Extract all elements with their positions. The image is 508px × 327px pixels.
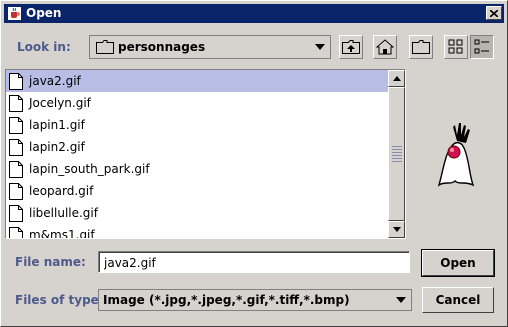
duke-preview-image [437,123,475,187]
up-one-level-button[interactable] [339,35,363,59]
list-view-icon [448,39,463,54]
file-list-item[interactable]: java2.gif [6,70,389,92]
file-list-item[interactable]: leopard.gif [6,180,389,202]
file-name: m&ms1.gif [29,228,95,238]
list-view-button[interactable] [444,35,468,59]
file-icon [9,138,23,156]
files-of-type-combobox[interactable]: Image (*.jpg,*.jpeg,*.gif,*.tiff,*.bmp) [98,289,412,311]
scroll-down-button[interactable] [388,221,405,238]
scroll-thumb[interactable] [388,87,405,221]
file-list-pane[interactable]: java2.gif Jocelyn.gif lapin1.gif lapin2.gif… [5,69,406,239]
file-name: lapin1.gif [29,118,85,132]
file-icon [9,94,23,112]
file-name: java2.gif [29,74,81,88]
file-name: lapin_south_park.gif [29,162,150,176]
file-icon [9,182,23,200]
file-list-item[interactable]: lapin1.gif [6,114,389,136]
file-name-field[interactable] [98,251,410,273]
files-of-type-value: Image (*.jpg,*.jpeg,*.gif,*.tiff,*.bmp) [103,293,350,307]
details-view-icon [474,39,489,54]
close-icon [490,9,498,17]
file-icon [9,72,23,90]
files-of-type-dropdown-arrow[interactable] [391,290,411,310]
folder-icon [96,40,114,54]
file-list-item[interactable]: Jocelyn.gif [6,92,389,114]
look-in-label: Look in: [17,40,71,54]
file-name: Jocelyn.gif [29,96,91,110]
file-name-input[interactable] [99,252,409,272]
look-in-value: personnages [118,40,206,54]
window-title: Open [26,6,62,20]
file-list-item[interactable]: lapin_south_park.gif [6,158,389,180]
file-list-scrollbar[interactable] [388,70,405,238]
java-coffee-cup-icon [8,7,21,20]
file-icon [9,160,23,178]
cancel-button[interactable]: Cancel [422,287,494,313]
title-bar[interactable]: Open [4,4,504,23]
home-button[interactable] [373,35,397,59]
file-icon [9,226,23,238]
scroll-grip [392,146,402,162]
chevron-down-icon [396,297,406,303]
chevron-down-icon [315,44,325,50]
scroll-up-button[interactable] [388,70,405,87]
file-name: leopard.gif [29,184,94,198]
arrow-up-icon [392,76,401,81]
up-one-level-icon [342,40,360,54]
file-icon [9,116,23,134]
file-list-item[interactable]: lapin2.gif [6,136,389,158]
home-icon [376,39,394,55]
file-icon [9,204,23,222]
file-name-label: File name: [15,255,86,269]
new-folder-icon [412,40,430,54]
open-button[interactable]: Open [421,249,495,277]
open-dialog: Open Look in: personnages java2.gif Joce… [0,0,508,327]
look-in-dropdown-arrow[interactable] [310,36,330,58]
look-in-combobox[interactable]: personnages [89,35,331,59]
details-view-button[interactable] [470,35,494,59]
new-folder-button[interactable] [409,35,433,59]
file-list[interactable]: java2.gif Jocelyn.gif lapin1.gif lapin2.gif… [6,70,389,238]
file-name: lapin2.gif [29,140,85,154]
file-list-item[interactable]: libellulle.gif [6,202,389,224]
close-button[interactable] [486,6,502,20]
file-list-item[interactable]: m&ms1.gif [6,224,389,238]
file-name: libellulle.gif [29,206,98,220]
files-of-type-label: Files of type: [15,293,104,307]
arrow-down-icon [392,227,401,232]
